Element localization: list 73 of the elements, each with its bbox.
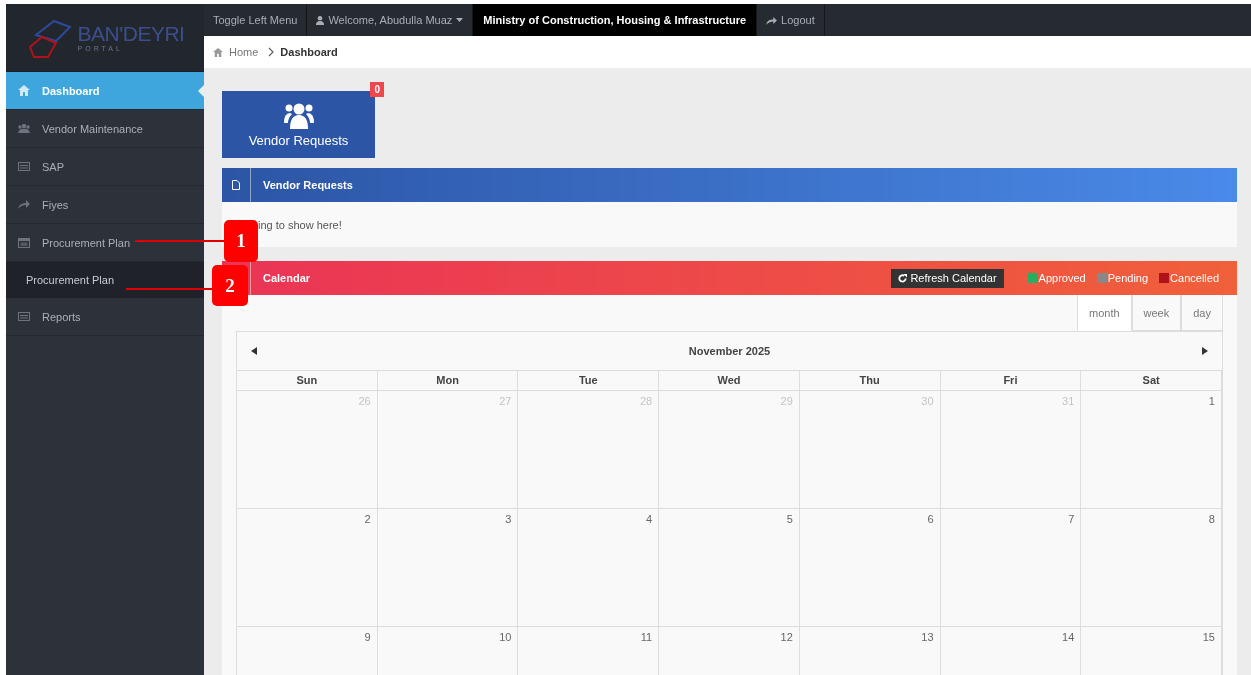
- day-cell[interactable]: 14: [940, 627, 1082, 675]
- home-icon: [18, 85, 30, 96]
- day-cell[interactable]: 3: [377, 509, 519, 627]
- day-number: 1: [1208, 395, 1215, 407]
- legend-label: Pending: [1107, 272, 1149, 284]
- refresh-calendar-button[interactable]: Refresh Calendar: [891, 268, 1004, 288]
- user-icon: [316, 15, 325, 25]
- weekday-header: Tue: [518, 371, 660, 391]
- day-cell[interactable]: 11: [518, 627, 660, 675]
- day-cell[interactable]: 13: [799, 627, 941, 675]
- ministry-title: Ministry of Construction, Housing & Infrastructure: [473, 4, 758, 36]
- day-cell[interactable]: 15: [1081, 627, 1222, 675]
- weekday-header: Thu: [799, 371, 941, 391]
- panel-title: Calendar: [262, 272, 311, 284]
- callout-marker: 1: [224, 220, 258, 262]
- logo-name: BAN'DEYRI: [77, 23, 185, 45]
- breadcrumb-link[interactable]: Dashboard: [280, 46, 338, 58]
- refresh-icon: [898, 273, 908, 283]
- vendor-requests-tile[interactable]: Vendor Requests: [222, 91, 375, 158]
- day-number: 3: [505, 513, 512, 525]
- day-number: 9: [364, 631, 371, 643]
- previous-icon[interactable]: [251, 347, 257, 355]
- day-number: 14: [1062, 631, 1075, 643]
- day-number: 7: [1068, 513, 1075, 525]
- weekday-header: Fri: [940, 371, 1082, 391]
- day-cell[interactable]: 5: [659, 509, 800, 627]
- submenu-item[interactable]: Procurement Plan: [6, 262, 204, 298]
- day-number: 13: [921, 631, 934, 643]
- view-tab[interactable]: day: [1181, 295, 1223, 331]
- weekday-header: Sun: [237, 371, 378, 391]
- day-cell[interactable]: 9: [237, 627, 378, 675]
- view-tab[interactable]: week: [1131, 295, 1182, 331]
- day-number: 10: [499, 631, 512, 643]
- users-icon: [18, 123, 30, 134]
- day-number: 6: [927, 513, 934, 525]
- share-icon: [18, 199, 30, 210]
- day-number: 12: [780, 631, 793, 643]
- callout-marker: 2: [212, 265, 248, 306]
- day-number: 2: [364, 513, 371, 525]
- day-number: 8: [1208, 513, 1215, 525]
- day-cell[interactable]: 1: [1081, 391, 1222, 509]
- day-cell[interactable]: 6: [799, 509, 941, 627]
- day-cell[interactable]: 4: [518, 509, 660, 627]
- day-cell[interactable]: 12: [659, 627, 800, 675]
- next-icon[interactable]: [1202, 347, 1208, 355]
- weekday-header: Sat: [1081, 371, 1222, 391]
- chevron-icon: [268, 47, 275, 57]
- empty-message: ing to show here!: [258, 218, 342, 231]
- weekday-header: Wed: [659, 371, 800, 391]
- month-title: November 2025: [688, 345, 771, 357]
- count-badge: 0: [370, 82, 384, 97]
- day-number: 11: [640, 631, 653, 643]
- day-cell[interactable]: 7: [940, 509, 1082, 627]
- list-icon: [18, 311, 30, 322]
- calendar-icon: [18, 237, 30, 248]
- list-icon: [18, 161, 30, 172]
- day-number: 5: [786, 513, 793, 525]
- day-cell[interactable]: 10: [377, 627, 519, 675]
- day-number: 4: [646, 513, 653, 525]
- day-cell[interactable]: 2: [237, 509, 378, 627]
- share-icon: [766, 15, 778, 25]
- document-icon: [232, 180, 240, 190]
- legend-label: Approved: [1038, 272, 1086, 284]
- legend-label: Cancelled: [1170, 272, 1219, 284]
- caret-icon: [456, 18, 464, 22]
- view-tab[interactable]: month: [1077, 295, 1132, 331]
- home-icon: [213, 47, 223, 57]
- weekday-header: Mon: [377, 371, 519, 391]
- breadcrumb-link[interactable]: Home: [229, 46, 259, 58]
- day-cell[interactable]: 8: [1081, 509, 1222, 627]
- panel-title: Vendor Requests: [262, 179, 353, 191]
- users-icon: [283, 101, 314, 129]
- day-number: 15: [1202, 631, 1215, 643]
